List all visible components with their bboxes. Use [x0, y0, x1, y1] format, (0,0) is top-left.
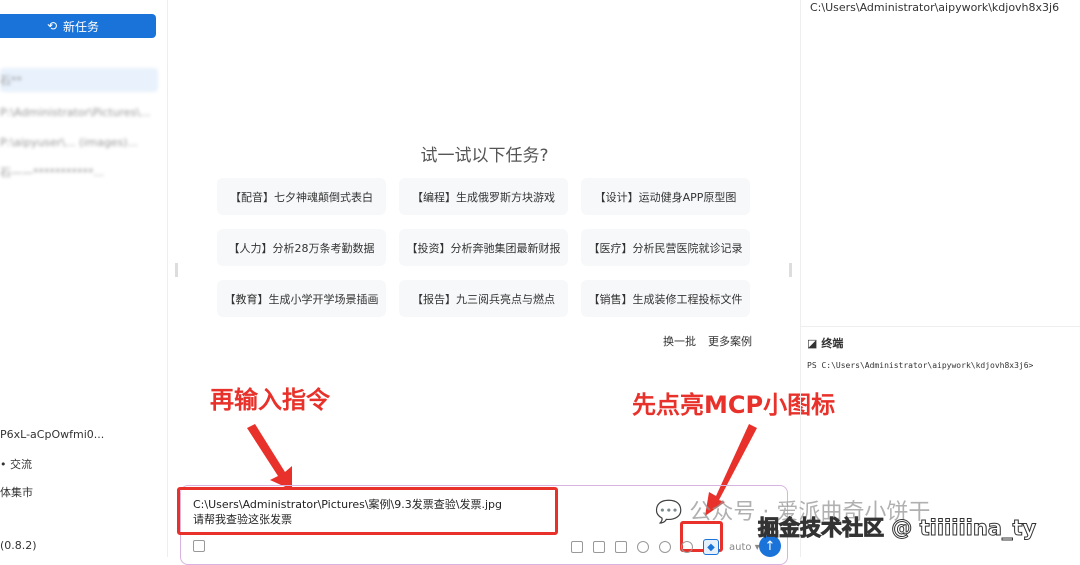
palette-icon[interactable] [637, 541, 649, 553]
book-icon[interactable] [571, 541, 583, 553]
workdir-path: C:\Users\Administrator\aipywork\kdjovh8x… [810, 1, 1060, 14]
prompt-line: 请帮我查验这张发票 [193, 513, 292, 526]
bulb-icon[interactable] [681, 541, 693, 553]
terminal-icon: ◪ [807, 336, 818, 350]
mcp-icon[interactable]: ◆ [703, 539, 719, 555]
prompt-line: C:\Users\Administrator\Pictures\案例\9.3发票… [193, 498, 502, 511]
globe-icon[interactable] [659, 541, 671, 553]
terminal[interactable]: ◪ 终端 PS C:\Users\Administrator\aipywork\k… [801, 326, 1080, 378]
video-icon[interactable] [593, 541, 605, 553]
terminal-title: 终端 [821, 337, 844, 350]
prompt-text[interactable]: C:\Users\Administrator\Pictures\案例\9.3发票… [193, 497, 502, 527]
model-select[interactable]: auto ▾ [729, 542, 760, 553]
image-icon[interactable] [615, 541, 627, 553]
wechat-icon: 💬 [655, 500, 683, 525]
right-panel: C:\Users\Administrator\aipywork\kdjovh8x… [800, 0, 1080, 557]
terminal-line: PS C:\Users\Administrator\aipywork\kdjov… [807, 361, 1034, 370]
attach-icon[interactable] [193, 540, 205, 552]
juejin-watermark: 掘金技术社区 @ tiiiiiina_ty [757, 516, 1037, 541]
